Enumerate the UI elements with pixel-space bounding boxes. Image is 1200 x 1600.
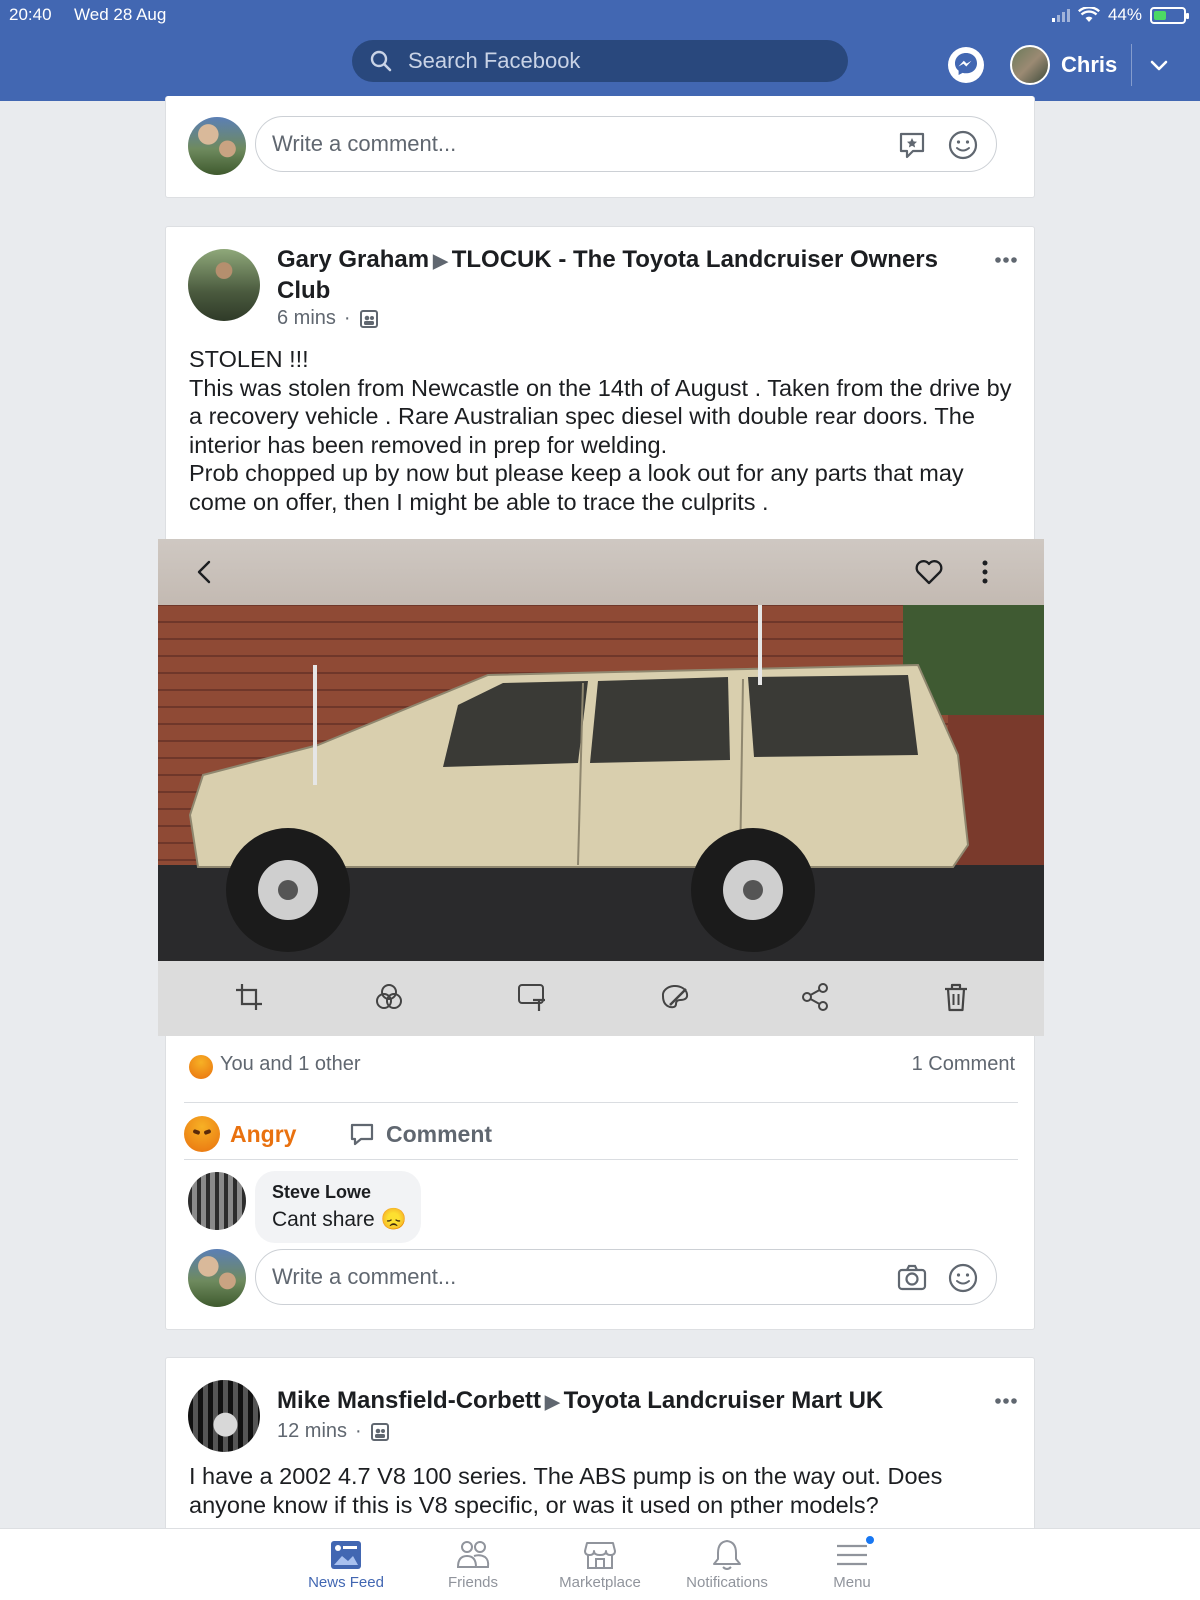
nav-label: Friends [447,1574,499,1591]
back-chevron-icon[interactable] [188,555,222,589]
group-audience-icon [370,1422,389,1441]
post-header: Gary Graham ▶ TLOCUK - The Toyota Landcrui… [277,245,967,305]
kebab-menu-icon[interactable] [968,555,1002,589]
draw-icon[interactable] [658,980,692,1014]
divider [184,1102,1018,1103]
search-icon [370,50,392,72]
search-input[interactable] [408,40,828,82]
user-name[interactable]: Chris [1061,52,1117,78]
more-options-icon[interactable] [994,256,1018,264]
post-text: STOLEN !!! This was stolen from Newcastl… [189,346,1012,515]
commenter-name[interactable]: Steve Lowe [272,1182,371,1203]
comment-box[interactable] [255,116,997,172]
notification-dot [864,1534,876,1546]
share-icon[interactable] [798,980,832,1014]
search-bar[interactable] [352,40,848,82]
comment-input[interactable] [272,117,832,171]
top-bar: 20:40 Wed 28 Aug 44% Chris [0,0,1200,101]
comment-button[interactable]: Comment [348,1110,492,1158]
wifi-icon [1077,7,1100,22]
nav-label: Menu [833,1574,871,1591]
friends-icon [456,1541,490,1568]
post-text: I have a 2002 4.7 V8 100 series. The ABS… [189,1463,943,1518]
meta-dot: · [355,1420,362,1442]
edit-text-icon[interactable] [515,980,549,1014]
emoji-icon[interactable] [947,129,979,161]
angry-face-icon [184,1116,220,1152]
user-avatar[interactable] [1010,45,1050,85]
battery-icon [1150,6,1189,24]
status-indicators: 44% [1051,5,1189,25]
previous-post-card [165,96,1035,198]
comment-avatar [188,117,246,175]
marketplace-icon [584,1542,616,1569]
reactions-summary[interactable]: You and 1 other 1 Comment [189,1049,1015,1085]
author-name[interactable]: Mike Mansfield-Corbett [277,1387,541,1414]
post-card: Mike Mansfield-Corbett ▶ Toyota Landcruise… [165,1357,1035,1537]
share-arrow-icon: ▶ [433,251,448,272]
meta-dot: · [343,307,351,329]
author-avatar[interactable] [188,1380,260,1452]
post-meta: 6 mins · [277,307,379,330]
share-arrow-icon: ▶ [545,1392,560,1413]
angry-reaction-icon [189,1055,213,1079]
news-feed-icon [331,1541,361,1569]
nav-label: Marketplace [559,1574,641,1591]
nav-notifications[interactable]: Notifications [657,1529,797,1600]
author-avatar[interactable] [188,249,260,321]
status-date: Wed 28 Aug [74,5,167,24]
status-time: 20:40 [9,5,52,24]
comment-label: Comment [386,1120,493,1147]
trash-icon[interactable] [939,980,973,1014]
chevron-down-icon[interactable] [1148,54,1170,76]
angry-reaction-button[interactable]: Angry [184,1110,296,1158]
filters-icon[interactable] [372,980,406,1014]
heart-icon[interactable] [912,555,946,589]
group-name[interactable]: Toyota Landcruiser Mart UK [564,1387,884,1414]
battery-percent: 44% [1107,5,1142,24]
comment-icon [350,1123,374,1146]
nav-friends[interactable]: Friends [403,1529,543,1600]
comment-count[interactable]: 1 Comment [912,1053,1015,1076]
photo-toolbar [158,961,1044,1036]
nav-menu[interactable]: Menu [782,1529,922,1600]
comment-bubble: Steve Lowe Cant share 😞 [255,1171,421,1243]
post-time[interactable]: 12 mins [277,1420,347,1443]
post-card: Gary Graham ▶ TLOCUK - The Toyota Landcrui… [158,226,1044,1330]
messenger-icon[interactable] [948,47,984,83]
more-options-icon[interactable] [994,1397,1018,1405]
sticker-icon[interactable] [896,129,928,161]
bottom-nav: News Feed Friends Marketplace Notificati… [0,1528,1200,1600]
photo-viewer[interactable] [158,539,1044,1036]
nav-label: News Feed [308,1574,384,1591]
nav-marketplace[interactable]: Marketplace [530,1529,670,1600]
header-divider [1131,44,1132,86]
comment-input[interactable] [272,1250,832,1304]
camera-icon[interactable] [896,1262,928,1294]
author-name[interactable]: Gary Graham [277,246,429,273]
crop-icon[interactable] [232,980,266,1014]
group-audience-icon [359,309,378,328]
comment-box[interactable] [255,1249,997,1305]
post-meta: 12 mins · [277,1420,390,1443]
reactions-text[interactable]: You and 1 other [220,1053,361,1076]
landcruiser-photo [158,605,1044,961]
comment-avatar [188,1249,246,1307]
status-bar: 20:40 Wed 28 Aug 44% [0,0,1200,30]
comment-text: Cant share 😞 [272,1208,407,1231]
commenter-avatar[interactable] [188,1172,246,1230]
post-photo[interactable] [158,605,1044,961]
post-header: Mike Mansfield-Corbett ▶ Toyota Landcruise… [277,1386,967,1417]
post-time[interactable]: 6 mins [277,307,336,330]
reaction-label: Angry [230,1120,297,1147]
notifications-icon [713,1540,741,1570]
nav-news-feed[interactable]: News Feed [276,1529,416,1600]
divider [184,1159,1018,1160]
emoji-icon[interactable] [947,1262,979,1294]
nav-label: Notifications [686,1574,768,1591]
cellular-signal-icon [1051,8,1070,22]
